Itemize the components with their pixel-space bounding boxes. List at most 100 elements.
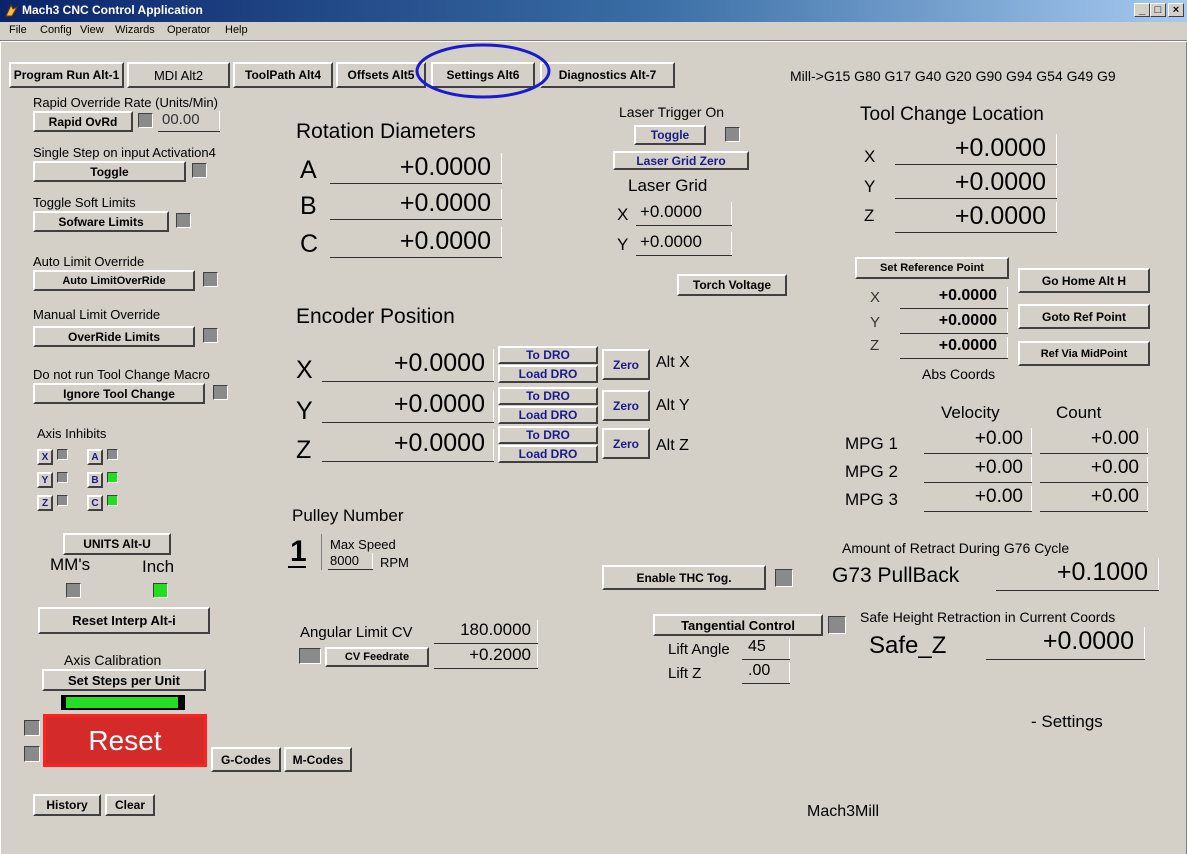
- encoder-y-to-dro-button[interactable]: To DRO: [498, 387, 598, 405]
- laser-grid-x-value[interactable]: +0.0000: [636, 202, 732, 226]
- tab-diagnostics[interactable]: Diagnostics Alt-7: [540, 62, 675, 88]
- ref-z-value[interactable]: +0.0000: [900, 337, 1008, 359]
- menu-file[interactable]: File: [9, 24, 27, 36]
- ref-x-value[interactable]: +0.0000: [900, 287, 1008, 309]
- progress-bar: [61, 695, 185, 710]
- tangential-control-button[interactable]: Tangential Control: [653, 614, 823, 636]
- encoder-x-to-dro-button[interactable]: To DRO: [498, 346, 598, 364]
- override-limits-button[interactable]: OverRide Limits: [33, 326, 195, 347]
- go-home-button[interactable]: Go Home Alt H: [1018, 268, 1150, 293]
- tool-change-x-label: X: [864, 147, 876, 166]
- abs-coords-label: Abs Coords: [922, 366, 996, 382]
- axis-inhibit-a-button[interactable]: A: [87, 449, 103, 465]
- encoder-z-value[interactable]: +0.0000: [322, 429, 494, 462]
- laser-toggle-button[interactable]: Toggle: [634, 125, 706, 145]
- axis-inhibit-z-led: [57, 495, 68, 506]
- window-edge-left: [0, 42, 1, 854]
- mpg-3-velocity[interactable]: +0.00: [924, 486, 1032, 512]
- maximize-button[interactable]: □: [1150, 3, 1166, 17]
- axis-inhibit-x-button[interactable]: X: [37, 449, 53, 465]
- max-speed-value[interactable]: 8000: [328, 553, 373, 570]
- tab-toolpath[interactable]: ToolPath Alt4: [233, 62, 333, 88]
- auto-limit-led: [203, 272, 218, 287]
- rotation-a-value[interactable]: +0.0000: [330, 153, 502, 184]
- rotation-c-value[interactable]: +0.0000: [330, 227, 502, 258]
- lift-angle-value[interactable]: 45: [742, 638, 790, 660]
- axis-inhibit-z-button[interactable]: Z: [37, 495, 53, 511]
- mpg-2-label: MPG 2: [845, 462, 898, 481]
- encoder-y-load-dro-button[interactable]: Load DRO: [498, 406, 598, 424]
- pulley-number-value[interactable]: 1: [290, 535, 307, 569]
- menu-operator[interactable]: Operator: [167, 24, 210, 36]
- ref-via-midpoint-button[interactable]: Ref Via MidPoint: [1018, 341, 1150, 366]
- g73-pullback-value[interactable]: +0.1000: [996, 558, 1159, 591]
- tool-change-x-value[interactable]: +0.0000: [895, 134, 1057, 165]
- mpg-1-velocity[interactable]: +0.00: [924, 428, 1032, 454]
- tab-program-run[interactable]: Program Run Alt-1: [9, 62, 124, 88]
- lift-z-value[interactable]: .00: [742, 662, 790, 684]
- ref-y-label: Y: [870, 314, 881, 331]
- cv-feedrate-value[interactable]: +0.2000: [434, 645, 538, 669]
- rapid-ovrd-button[interactable]: Rapid OvRd: [33, 111, 133, 132]
- pulley-number-title: Pulley Number: [292, 506, 404, 525]
- m-codes-button[interactable]: M-Codes: [284, 747, 352, 772]
- enable-thc-toggle-button[interactable]: Enable THC Tog.: [602, 565, 766, 590]
- encoder-y-value[interactable]: +0.0000: [322, 390, 494, 423]
- max-speed-label: Max Speed: [330, 537, 396, 552]
- close-button[interactable]: ×: [1168, 3, 1184, 17]
- axis-inhibit-c-button[interactable]: C: [87, 495, 103, 511]
- set-steps-per-unit-button[interactable]: Set Steps per Unit: [42, 669, 206, 691]
- software-limits-button[interactable]: Sofware Limits: [33, 211, 169, 232]
- mpg-3-count[interactable]: +0.00: [1040, 486, 1148, 512]
- single-step-toggle-button[interactable]: Toggle: [33, 161, 186, 182]
- laser-grid-zero-button[interactable]: Laser Grid Zero: [613, 151, 749, 170]
- angular-limit-value[interactable]: 180.0000: [434, 620, 538, 644]
- encoder-x-value[interactable]: +0.0000: [322, 349, 494, 382]
- cv-feedrate-button[interactable]: CV Feedrate: [325, 647, 429, 667]
- tab-mdi[interactable]: MDI Alt2: [127, 62, 230, 88]
- inch-led: [153, 583, 168, 598]
- rotation-b-value[interactable]: +0.0000: [330, 189, 502, 220]
- g-codes-button[interactable]: G-Codes: [211, 747, 281, 772]
- ignore-tool-change-button[interactable]: Ignore Tool Change: [33, 383, 205, 404]
- set-reference-point-button[interactable]: Set Reference Point: [855, 257, 1009, 279]
- tool-change-z-value[interactable]: +0.0000: [895, 202, 1057, 233]
- menu-wizards[interactable]: Wizards: [115, 24, 155, 36]
- reset-interp-button[interactable]: Reset Interp Alt-i: [38, 607, 210, 634]
- mpg-2-velocity[interactable]: +0.00: [924, 457, 1032, 483]
- encoder-x-zero-button[interactable]: Zero: [602, 349, 650, 380]
- mpg-1-count[interactable]: +0.00: [1040, 428, 1148, 454]
- laser-grid-y-value[interactable]: +0.0000: [636, 232, 732, 256]
- axis-inhibit-y-button[interactable]: Y: [37, 472, 53, 488]
- tool-change-y-value[interactable]: +0.0000: [895, 168, 1057, 199]
- lift-angle-label: Lift Angle: [668, 641, 730, 658]
- menu-help[interactable]: Help: [225, 24, 248, 36]
- encoder-x-alt: Alt X: [656, 354, 690, 371]
- minimize-button[interactable]: _: [1134, 3, 1150, 17]
- rapid-override-value[interactable]: 00.00: [158, 111, 220, 132]
- encoder-z-alt: Alt Z: [656, 437, 689, 454]
- encoder-z-load-dro-button[interactable]: Load DRO: [498, 445, 598, 463]
- auto-limit-override-button[interactable]: Auto LimitOverRide: [33, 270, 195, 291]
- menu-view[interactable]: View: [80, 24, 104, 36]
- units-button[interactable]: UNITS Alt-U: [63, 533, 171, 555]
- goto-ref-point-button[interactable]: Goto Ref Point: [1018, 304, 1150, 329]
- window-title: Mach3 CNC Control Application: [22, 3, 203, 17]
- torch-voltage-button[interactable]: Torch Voltage: [677, 274, 787, 296]
- axis-inhibit-b-button[interactable]: B: [87, 472, 103, 488]
- history-button[interactable]: History: [33, 794, 101, 816]
- rotation-c-label: C: [300, 230, 319, 258]
- encoder-y-zero-button[interactable]: Zero: [602, 390, 650, 421]
- rotation-a-label: A: [300, 156, 317, 184]
- encoder-z-to-dro-button[interactable]: To DRO: [498, 426, 598, 444]
- safe-z-value[interactable]: +0.0000: [986, 627, 1145, 660]
- encoder-z-zero-button[interactable]: Zero: [602, 428, 650, 459]
- menu-divider-light: [0, 41, 1187, 42]
- encoder-x-load-dro-button[interactable]: Load DRO: [498, 365, 598, 383]
- mpg-2-count[interactable]: +0.00: [1040, 457, 1148, 483]
- encoder-x-label: X: [296, 356, 313, 384]
- ref-y-value[interactable]: +0.0000: [900, 312, 1008, 334]
- clear-button[interactable]: Clear: [105, 794, 155, 816]
- reset-button[interactable]: Reset: [43, 714, 207, 767]
- menu-config[interactable]: Config: [40, 24, 72, 36]
